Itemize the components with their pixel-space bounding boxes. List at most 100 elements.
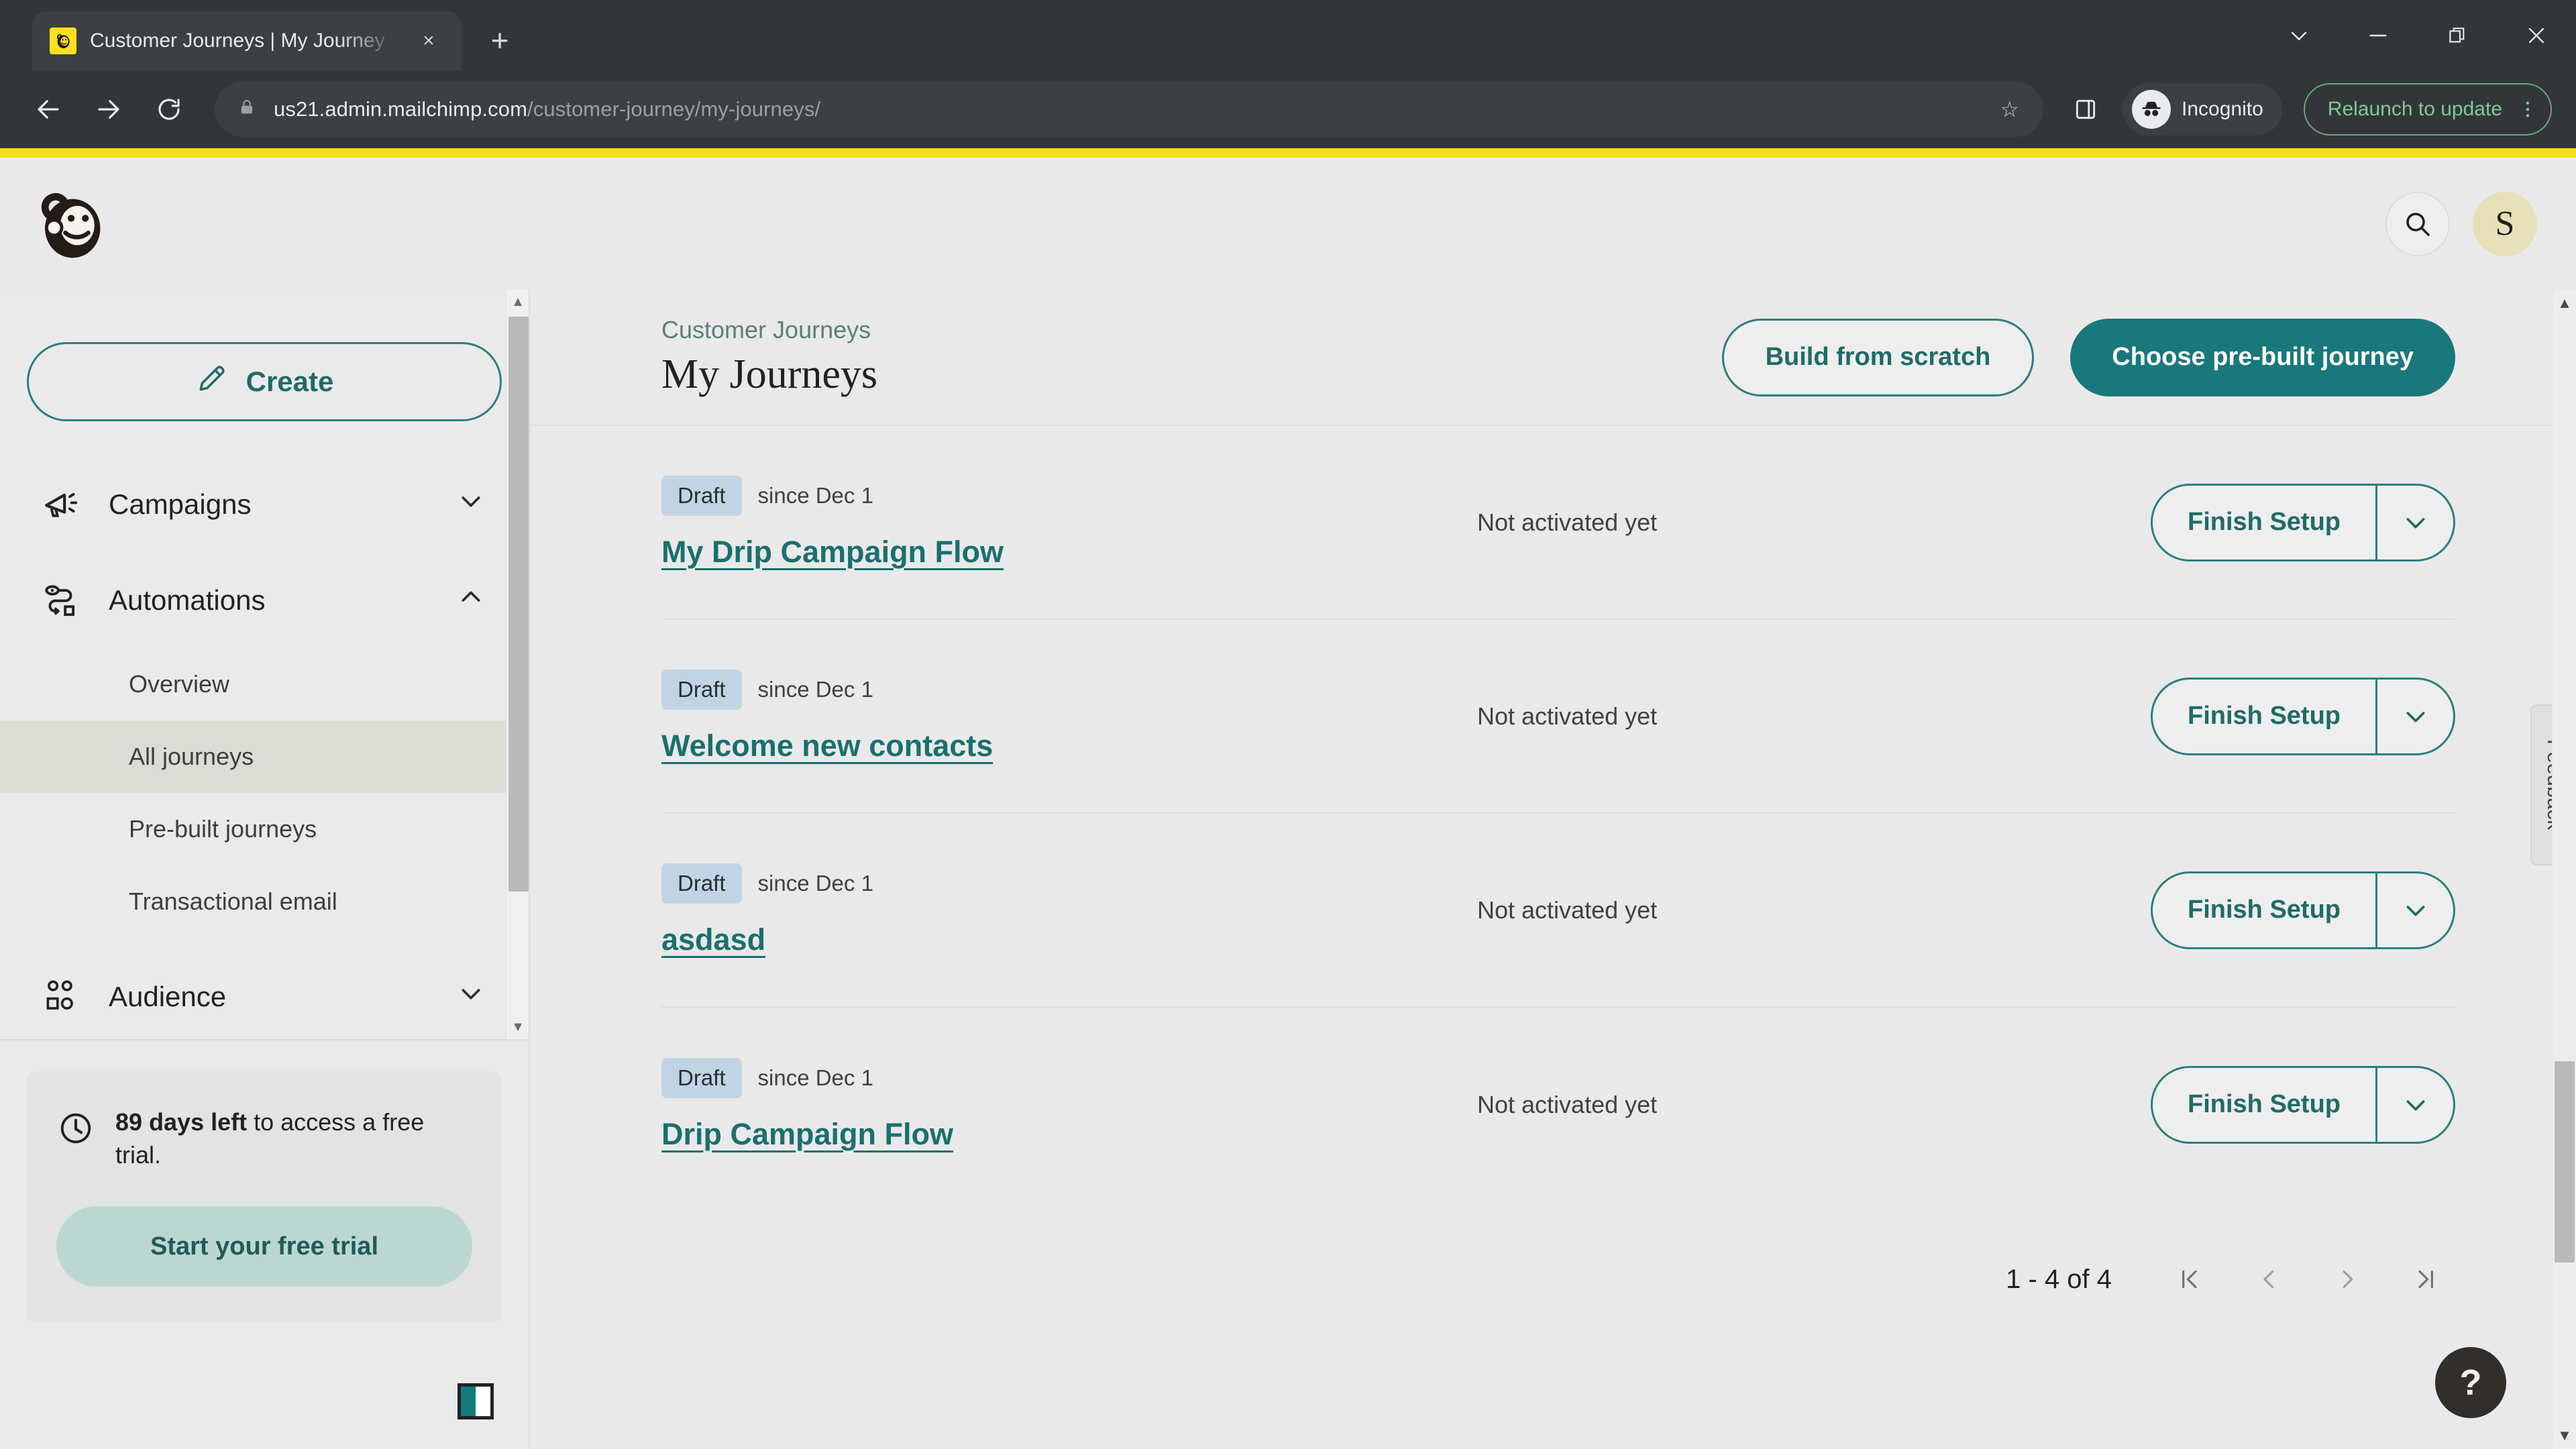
journey-name-link[interactable]: asdasd — [661, 922, 765, 957]
finish-setup-button[interactable]: Finish Setup — [2153, 873, 2375, 947]
sidebar-item-all-journeys[interactable]: All journeys — [0, 720, 529, 793]
main-content: Customer Journeys My Journeys Build from… — [530, 290, 2576, 1449]
journey-since: since Dec 1 — [757, 870, 873, 896]
side-panel-icon[interactable] — [2059, 83, 2112, 136]
close-window-icon[interactable] — [2497, 0, 2576, 70]
relaunch-label: Relaunch to update — [2327, 98, 2502, 120]
journey-activation-status: Not activated yet — [1477, 1090, 1658, 1118]
breadcrumb-link[interactable]: Customer Journeys — [661, 316, 877, 344]
finish-setup-group: Finish Setup — [2151, 483, 2455, 561]
incognito-label: Incognito — [2182, 98, 2263, 120]
chevron-down-icon — [458, 488, 484, 521]
scroll-down-icon[interactable]: ▼ — [2553, 1422, 2576, 1449]
clock-icon — [56, 1109, 95, 1151]
chevron-down-icon — [458, 980, 484, 1013]
help-button[interactable]: ? — [2435, 1347, 2506, 1418]
scroll-up-icon[interactable]: ▲ — [2553, 290, 2576, 317]
finish-setup-group: Finish Setup — [2151, 1065, 2455, 1144]
pagination: 1 - 4 of 4 — [530, 1201, 2576, 1310]
sidebar-item-audience[interactable]: Audience — [0, 949, 529, 1039]
journey-icon — [40, 580, 82, 621]
page-title: My Journeys — [661, 352, 878, 397]
table-row: Draft since Dec 1 Welcome new contacts N… — [661, 620, 2455, 814]
sidebar-scrollbar[interactable]: ▲ ▼ — [506, 290, 529, 1039]
people-icon — [40, 976, 82, 1018]
main-scrollbar[interactable]: ▲ ▼ — [2552, 290, 2576, 1449]
content-header: Customer Journeys My Journeys Build from… — [530, 290, 2576, 426]
tab-search-icon[interactable] — [2259, 0, 2339, 70]
last-page-icon[interactable] — [2387, 1248, 2466, 1310]
sidebar-item-overview[interactable]: Overview — [0, 648, 529, 720]
sidebar-item-prebuilt-journeys[interactable]: Pre-built journeys — [0, 793, 529, 865]
sidebar-item-transactional-email[interactable]: Transactional email — [0, 865, 529, 938]
journey-name-link[interactable]: My Drip Campaign Flow — [661, 535, 1004, 570]
sidebar-item-campaigns[interactable]: Campaigns — [0, 456, 529, 552]
sidebar-scroll-area: Create Campaigns Automations Overview Al… — [0, 290, 529, 1039]
search-icon[interactable] — [2385, 191, 2450, 256]
pagination-label: 1 - 4 of 4 — [2006, 1264, 2112, 1294]
finish-setup-button[interactable]: Finish Setup — [2153, 1068, 2375, 1142]
sidebar-scrollbar-thumb[interactable] — [508, 317, 529, 892]
scroll-up-icon[interactable]: ▲ — [506, 290, 529, 314]
journey-info: Draft since Dec 1 Welcome new contacts — [661, 669, 1473, 763]
status-badge: Draft — [661, 669, 742, 710]
reload-icon[interactable] — [142, 83, 196, 136]
address-bar[interactable]: us21.admin.mailchimp.com/customer-journe… — [215, 82, 2044, 137]
lock-icon — [237, 98, 256, 121]
mailchimp-freddie-logo-icon[interactable] — [27, 180, 114, 268]
build-from-scratch-button[interactable]: Build from scratch — [1721, 318, 2035, 396]
finish-setup-button[interactable]: Finish Setup — [2153, 680, 2375, 753]
incognito-badge[interactable]: Incognito — [2123, 83, 2282, 136]
prev-page-icon[interactable] — [2229, 1248, 2308, 1310]
trial-text-row: 89 days left to access a free trial. — [56, 1106, 472, 1171]
first-page-icon[interactable] — [2149, 1248, 2229, 1310]
next-page-icon[interactable] — [2308, 1248, 2387, 1310]
header-actions: Build from scratch Choose pre-built jour… — [1721, 318, 2455, 396]
browser-window: Customer Journeys | My Journey × + us21.… — [0, 0, 2576, 1449]
forward-icon[interactable] — [82, 83, 136, 136]
chevron-down-icon[interactable] — [2375, 1067, 2453, 1142]
chevron-down-icon[interactable] — [2375, 485, 2453, 559]
create-button[interactable]: Create — [27, 342, 502, 421]
chevron-up-icon — [458, 584, 484, 616]
journey-name-link[interactable]: Welcome new contacts — [661, 729, 993, 763]
new-tab-button[interactable]: + — [476, 17, 523, 64]
browser-menu-icon[interactable] — [2517, 99, 2538, 120]
journey-meta: Draft since Dec 1 — [661, 863, 1473, 904]
minimize-icon[interactable] — [2339, 0, 2418, 70]
start-free-trial-button[interactable]: Start your free trial — [56, 1206, 472, 1287]
url-path: /customer-journey/my-journeys/ — [527, 97, 821, 121]
chevron-down-icon[interactable] — [2375, 873, 2453, 947]
main-scrollbar-thumb[interactable] — [2555, 1061, 2575, 1263]
journey-meta: Draft since Dec 1 — [661, 669, 1473, 710]
journey-name-link[interactable]: Drip Campaign Flow — [661, 1117, 953, 1152]
back-icon[interactable] — [21, 83, 75, 136]
bookmark-star-icon[interactable]: ☆ — [2000, 97, 2019, 122]
maximize-restore-icon[interactable] — [2418, 0, 2497, 70]
sidebar-item-automations[interactable]: Automations — [0, 552, 529, 648]
journey-info: Draft since Dec 1 Drip Campaign Flow — [661, 1057, 1473, 1152]
layout-panel-icon[interactable] — [458, 1383, 494, 1419]
sidebar: Create Campaigns Automations Overview Al… — [0, 290, 530, 1449]
app-header: S — [0, 158, 2576, 290]
avatar[interactable]: S — [2473, 191, 2537, 256]
browser-titlebar: Customer Journeys | My Journey × + — [0, 0, 2576, 70]
journey-since: since Dec 1 — [757, 676, 873, 702]
finish-setup-group: Finish Setup — [2151, 871, 2455, 949]
close-tab-icon[interactable]: × — [413, 25, 444, 56]
journey-activation-status: Not activated yet — [1477, 508, 1658, 536]
table-row: Draft since Dec 1 My Drip Campaign Flow … — [661, 426, 2455, 620]
app-header-actions: S — [2385, 191, 2537, 256]
choose-prebuilt-journey-button[interactable]: Choose pre-built journey — [2070, 318, 2455, 396]
journey-meta: Draft since Dec 1 — [661, 475, 1473, 516]
journey-info: Draft since Dec 1 My Drip Campaign Flow — [661, 475, 1473, 570]
relaunch-to-update-button[interactable]: Relaunch to update — [2303, 83, 2552, 136]
scroll-down-icon[interactable]: ▼ — [506, 1015, 529, 1039]
finish-setup-button[interactable]: Finish Setup — [2153, 486, 2375, 559]
chevron-down-icon[interactable] — [2375, 679, 2453, 753]
status-badge: Draft — [661, 863, 742, 904]
browser-tab[interactable]: Customer Journeys | My Journey × — [32, 11, 462, 70]
mailchimp-favicon-icon — [50, 28, 76, 54]
panel-icon-right — [476, 1387, 490, 1416]
table-row: Draft since Dec 1 Drip Campaign Flow Not… — [661, 1008, 2455, 1201]
